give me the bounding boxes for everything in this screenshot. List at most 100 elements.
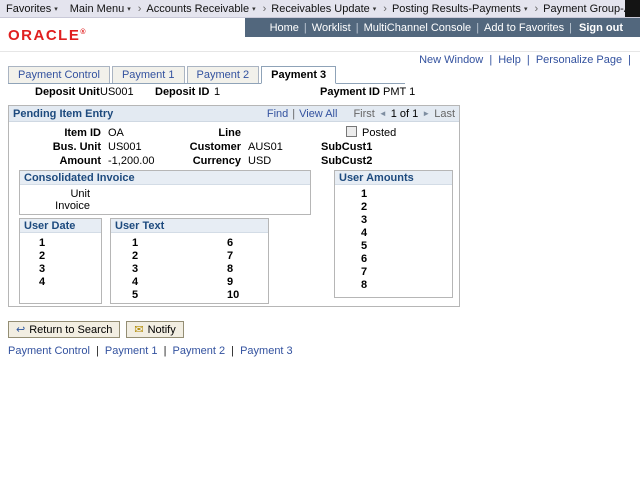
user-date-box: User Date 1 2 3 4	[19, 218, 102, 304]
breadcrumb-separator-icon: ›	[534, 3, 538, 15]
user-amounts-box: User Amounts 1 2 3 4 5 6 7 8	[334, 170, 453, 298]
breadcrumb-item-posting-results-payments[interactable]: Posting Results-Payments	[392, 3, 521, 15]
user-text-row-label: 4	[132, 276, 138, 289]
view-all-link[interactable]: View All	[299, 108, 337, 120]
footer-link-payment-3[interactable]: Payment 3	[240, 345, 293, 357]
user-text-left-column: 1 2 3 4 5	[132, 237, 138, 302]
subcust1-label: SubCust1	[321, 141, 372, 153]
personalize-page-link[interactable]: Personalize Page	[536, 54, 622, 66]
user-text-row-label: 2	[132, 250, 138, 263]
user-text-header: User Text	[111, 219, 268, 233]
unit-label: Unit	[20, 188, 90, 200]
portal-navbar: Home | Worklist | MultiChannel Console |…	[245, 18, 640, 37]
multichannel-console-link[interactable]: MultiChannel Console	[364, 22, 472, 34]
portal-header: Home | Worklist | MultiChannel Console |…	[0, 18, 640, 52]
separator: |	[292, 108, 295, 120]
add-to-favorites-link[interactable]: Add to Favorites	[484, 22, 564, 34]
separator: |	[96, 345, 99, 357]
deposit-unit-label: Deposit Unit	[35, 86, 100, 98]
chevron-down-icon[interactable]: ▾	[373, 5, 377, 13]
user-text-row-label: 3	[132, 263, 138, 276]
payment-id-label: Payment ID	[320, 86, 380, 98]
posted-label: Posted	[362, 127, 396, 139]
user-date-header: User Date	[20, 219, 101, 233]
footer-link-payment-2[interactable]: Payment 2	[173, 345, 226, 357]
chevron-down-icon[interactable]: ▾	[127, 5, 131, 13]
user-amount-row-label: 8	[361, 279, 452, 292]
registered-mark: ®	[80, 29, 85, 36]
posted-checkbox[interactable]	[346, 126, 357, 137]
sign-out-link[interactable]: Sign out	[579, 22, 623, 34]
user-amount-row-label: 2	[361, 201, 452, 214]
first-link[interactable]: First	[353, 108, 374, 120]
tab-payment-1[interactable]: Payment 1	[112, 66, 185, 83]
separator: |	[527, 54, 530, 66]
user-date-row-label: 1	[39, 237, 101, 250]
deposit-id-label: Deposit ID	[155, 86, 209, 98]
section-title: User Amounts	[339, 172, 414, 184]
tab-payment-3[interactable]: Payment 3	[261, 66, 336, 84]
footer-link-payment-1[interactable]: Payment 1	[105, 345, 158, 357]
window-corner-block	[625, 0, 640, 17]
breadcrumb-item-accounts-receivable[interactable]: Accounts Receivable	[146, 3, 249, 15]
amount-label: Amount	[9, 155, 101, 167]
return-to-search-icon: ↩	[16, 323, 25, 336]
page-toolbar: ↩ Return to Search ✉ Notify	[8, 321, 184, 338]
key-summary-row: Deposit Unit US001 Deposit ID 1 Payment …	[0, 86, 640, 99]
tab-payment-control[interactable]: Payment Control	[8, 66, 110, 83]
user-text-row-label: 7	[227, 250, 239, 263]
user-amount-row-label: 5	[361, 240, 452, 253]
notify-label: Notify	[148, 324, 176, 336]
invoice-label: Invoice	[20, 200, 90, 212]
user-amount-row-label: 7	[361, 266, 452, 279]
section-title: Consolidated Invoice	[24, 172, 135, 184]
bus-unit-value: US001	[108, 141, 142, 153]
separator: |	[628, 54, 631, 66]
tab-payment-2[interactable]: Payment 2	[187, 66, 260, 83]
user-amounts-rows: 1 2 3 4 5 6 7 8	[335, 185, 452, 292]
last-link[interactable]: Last	[434, 108, 455, 120]
grid-navigation: Find | View All First ◄ 1 of 1 ► Last	[263, 108, 455, 120]
customer-value: AUS01	[248, 141, 283, 153]
home-link[interactable]: Home	[270, 22, 299, 34]
user-text-row-label: 10	[227, 289, 239, 302]
chevron-down-icon[interactable]: ▾	[252, 5, 256, 13]
find-link[interactable]: Find	[267, 108, 288, 120]
new-window-link[interactable]: New Window	[419, 54, 483, 66]
next-row-icon[interactable]: ►	[422, 109, 430, 118]
tab-bar: Payment Control Payment 1 Payment 2 Paym…	[8, 66, 405, 84]
deposit-id-value: 1	[214, 86, 220, 98]
help-link[interactable]: Help	[498, 54, 521, 66]
main-menu[interactable]: Main Menu	[70, 3, 124, 15]
worklist-link[interactable]: Worklist	[312, 22, 351, 34]
favorites-menu[interactable]: Favorites	[6, 3, 51, 15]
previous-row-icon[interactable]: ◄	[379, 109, 387, 118]
user-amount-row-label: 6	[361, 253, 452, 266]
chevron-down-icon[interactable]: ▾	[54, 5, 58, 13]
peoplesoft-page: Favorites ▾ Main Menu ▾ › Accounts Recei…	[0, 0, 640, 480]
chevron-down-icon[interactable]: ▾	[524, 5, 528, 13]
bus-unit-label: Bus. Unit	[9, 141, 101, 153]
line-label: Line	[159, 127, 241, 139]
user-text-box: User Text 1 2 3 4 5 6 7 8 9 10	[110, 218, 269, 304]
user-date-rows: 1 2 3 4	[20, 233, 101, 289]
breadcrumb-item-receivables-update[interactable]: Receivables Update	[271, 3, 369, 15]
return-to-search-button[interactable]: ↩ Return to Search	[8, 321, 120, 338]
deposit-unit-value: US001	[100, 86, 134, 98]
nav-separator: |	[304, 22, 307, 34]
user-amounts-header: User Amounts	[335, 171, 452, 185]
separator: |	[489, 54, 492, 66]
nav-separator: |	[476, 22, 479, 34]
page-footer-links: Payment Control | Payment 1 | Payment 2 …	[8, 345, 293, 357]
user-text-row-label: 9	[227, 276, 239, 289]
user-amount-row-label: 1	[361, 188, 452, 201]
user-amount-row-label: 3	[361, 214, 452, 227]
currency-value: USD	[248, 155, 271, 167]
oracle-logo-text: ORACLE	[8, 27, 80, 44]
oracle-logo: ORACLE®	[8, 27, 86, 44]
notify-button[interactable]: ✉ Notify	[126, 321, 183, 338]
footer-link-payment-control[interactable]: Payment Control	[8, 345, 90, 357]
breadcrumb-separator-icon: ›	[138, 3, 142, 15]
breadcrumb-separator-icon: ›	[263, 3, 267, 15]
user-text-row-label: 5	[132, 289, 138, 302]
